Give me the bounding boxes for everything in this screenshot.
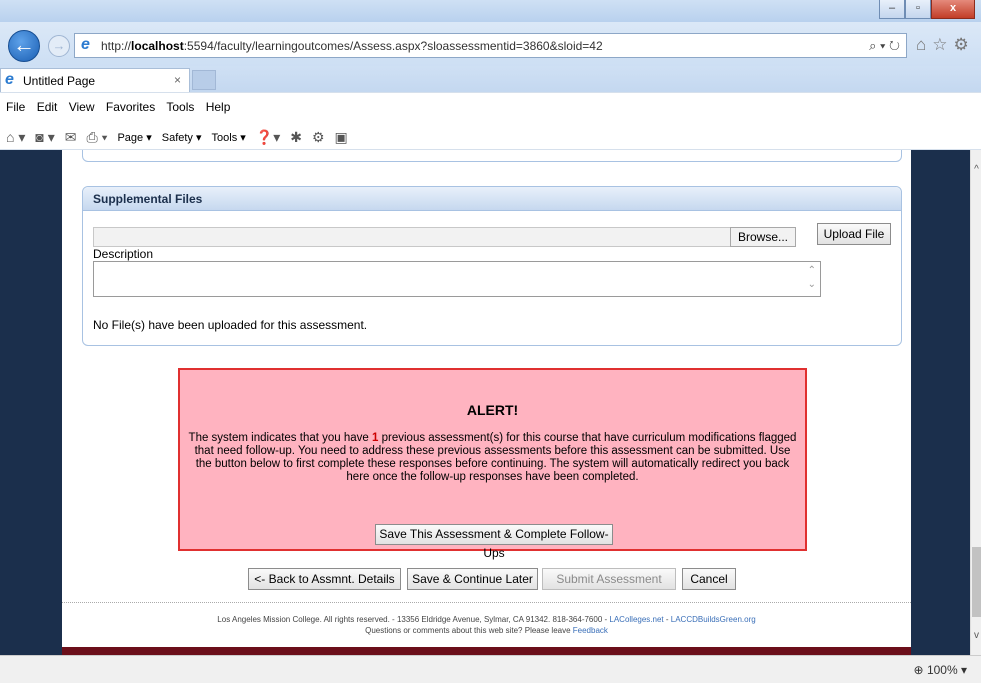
page-viewport: Supplemental Files Browse... Upload File… <box>0 150 970 655</box>
footer-divider <box>62 602 911 603</box>
print-icon[interactable]: ⎙ ▾ <box>86 129 107 146</box>
menu-view[interactable]: View <box>69 100 95 114</box>
settings-icon[interactable]: ⚙ <box>312 129 325 146</box>
menu-tools[interactable]: Tools <box>166 100 194 114</box>
zoom-icon: ⊕ <box>913 663 924 677</box>
browser-tab[interactable]: e Untitled Page × <box>0 68 190 92</box>
page-scrollbar[interactable]: ^ v <box>970 150 981 655</box>
help-icon[interactable]: ❓▾ <box>256 129 280 146</box>
gear-icon[interactable]: ⚙ <box>954 35 969 55</box>
close-tab-icon[interactable]: × <box>174 73 181 87</box>
zoom-level[interactable]: ⊕ 100% ▾ <box>914 663 967 677</box>
mail-icon[interactable]: ✉ <box>65 129 77 146</box>
onenote-icon[interactable]: ▣ <box>335 129 348 146</box>
feeds-icon[interactable]: ◙ ▾ <box>35 129 54 146</box>
scroll-up-icon[interactable]: ^ <box>971 164 981 175</box>
panel-title: Supplemental Files <box>83 187 901 211</box>
new-tab-button[interactable] <box>192 70 216 90</box>
back-to-details-button[interactable]: <- Back to Assmnt. Details <box>248 568 401 590</box>
menu-bar: File Edit View Favorites Tools Help <box>0 92 981 120</box>
menu-help[interactable]: Help <box>206 100 231 114</box>
window-controls: – ▫ x <box>879 0 975 19</box>
address-row: ← → e http://localhost:5594/faculty/lear… <box>0 22 981 66</box>
no-files-message: No File(s) have been uploaded for this a… <box>93 318 368 332</box>
save-continue-later-button[interactable]: Save & Continue Later <box>407 568 538 590</box>
tab-title: Untitled Page <box>23 74 96 88</box>
ie-logo-icon: e <box>81 36 90 53</box>
safety-menu[interactable]: Safety ▾ <box>162 131 202 144</box>
supplemental-files-panel: Supplemental Files Browse... Upload File… <box>82 186 902 346</box>
alert-title: ALERT! <box>466 402 519 418</box>
menu-file[interactable]: File <box>6 100 25 114</box>
description-label: Description <box>93 247 154 261</box>
tools-menu[interactable]: Tools ▾ <box>212 131 246 144</box>
previous-panel-edge <box>82 150 902 162</box>
close-window-button[interactable]: x <box>931 0 975 19</box>
browser-toolbar-icons: ⌂ ☆ ⚙ <box>916 35 969 55</box>
home-icon[interactable]: ⌂ ▾ <box>6 129 25 146</box>
tab-row: e Untitled Page × <box>0 66 981 92</box>
textarea-scroll-arrows-icon[interactable]: ⌃ ⌄ <box>808 264 816 292</box>
menu-edit[interactable]: Edit <box>37 100 58 114</box>
feedback-link[interactable]: Feedback <box>573 626 608 635</box>
ie-logo-icon: e <box>5 71 14 88</box>
scroll-down-icon[interactable]: v <box>971 630 981 641</box>
status-bar: ⊕ 100% ▾ <box>0 655 981 683</box>
laccdbuildsgreen-link[interactable]: LACCDBuildsGreen.org <box>671 615 756 624</box>
file-path-field[interactable] <box>93 227 733 247</box>
address-bar[interactable]: e http://localhost:5594/faculty/learning… <box>74 33 907 58</box>
forward-arrow-icon[interactable]: → <box>48 35 70 57</box>
browse-button[interactable]: Browse... <box>730 227 796 247</box>
followup-alert-box: ALERT! The system indicates that you hav… <box>178 368 807 560</box>
home-icon[interactable]: ⌂ <box>916 35 926 55</box>
menu-favorites[interactable]: Favorites <box>106 100 155 114</box>
window-titlebar: – ▫ x <box>0 0 981 22</box>
alert-message: The system indicates that you have 1 pre… <box>188 432 797 483</box>
back-arrow-icon[interactable]: ← <box>8 30 40 62</box>
description-textarea[interactable]: ⌃ ⌄ <box>93 261 821 297</box>
action-buttons: <- Back to Assmnt. Details Save & Contin… <box>62 568 911 590</box>
save-and-complete-followups-button[interactable]: Save This Assessment & Complete Follow-U… <box>375 524 613 560</box>
page-content: Supplemental Files Browse... Upload File… <box>62 150 911 655</box>
upload-file-button[interactable]: Upload File <box>817 223 891 245</box>
maximize-button[interactable]: ▫ <box>905 0 931 19</box>
command-bar: ⌂ ▾ ◙ ▾ ✉ ⎙ ▾ Page ▾ Safety ▾ Tools ▾ ❓▾… <box>0 120 981 150</box>
page-footer: Los Angeles Mission College. All rights … <box>217 615 756 635</box>
lacolleges-link[interactable]: LAColleges.net <box>609 615 663 624</box>
minimize-button[interactable]: – <box>879 0 905 19</box>
footer-color-bar <box>62 647 911 655</box>
cancel-button[interactable]: Cancel <box>682 568 736 590</box>
search-refresh-icons[interactable]: ⌕ ▾ ↻ <box>869 38 900 54</box>
page-menu[interactable]: Page ▾ <box>117 131 151 144</box>
research-icon[interactable]: ✱ <box>290 129 302 146</box>
submit-assessment-button[interactable]: Submit Assessment <box>542 568 676 590</box>
url-text[interactable]: http://localhost:5594/faculty/learningou… <box>101 39 603 53</box>
scroll-thumb[interactable] <box>972 547 981 617</box>
favorites-star-icon[interactable]: ☆ <box>932 35 947 55</box>
